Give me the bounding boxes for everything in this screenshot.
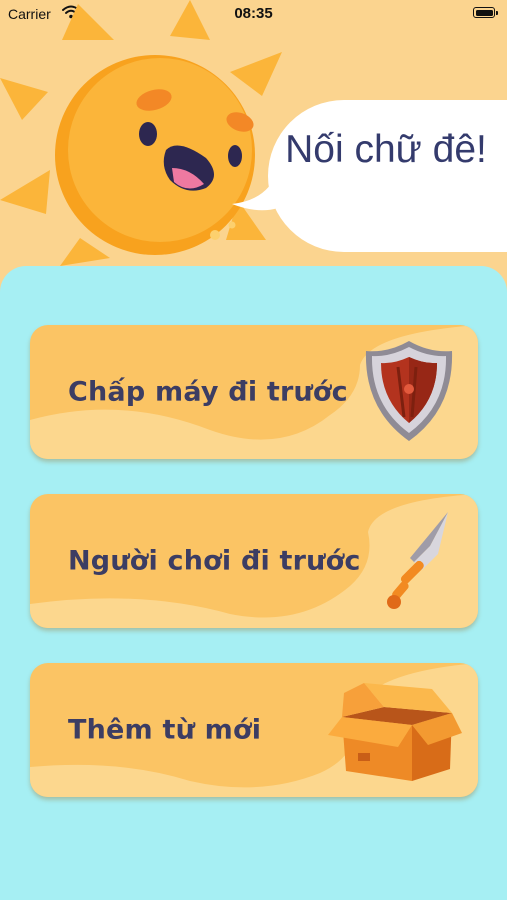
open-box-icon: [328, 683, 462, 781]
computer-first-button[interactable]: Chấp máy đi trước: [30, 325, 478, 459]
speech-bubble-tail: [232, 170, 278, 211]
battery-icon: [473, 7, 498, 18]
sword-icon: [387, 512, 448, 609]
speech-bubble: [268, 100, 507, 252]
player-first-button[interactable]: Người chơi đi trước: [30, 494, 478, 628]
sun-mascot-illustration: [0, 0, 282, 266]
shield-icon: [365, 341, 453, 441]
speech-text: Nối chữ đê!: [285, 128, 487, 171]
card-label: Thêm từ mới: [68, 714, 262, 746]
add-word-button[interactable]: Thêm từ mới: [30, 663, 478, 797]
card-label: Người chơi đi trước: [68, 545, 361, 577]
card-label: Chấp máy đi trước: [68, 376, 348, 408]
